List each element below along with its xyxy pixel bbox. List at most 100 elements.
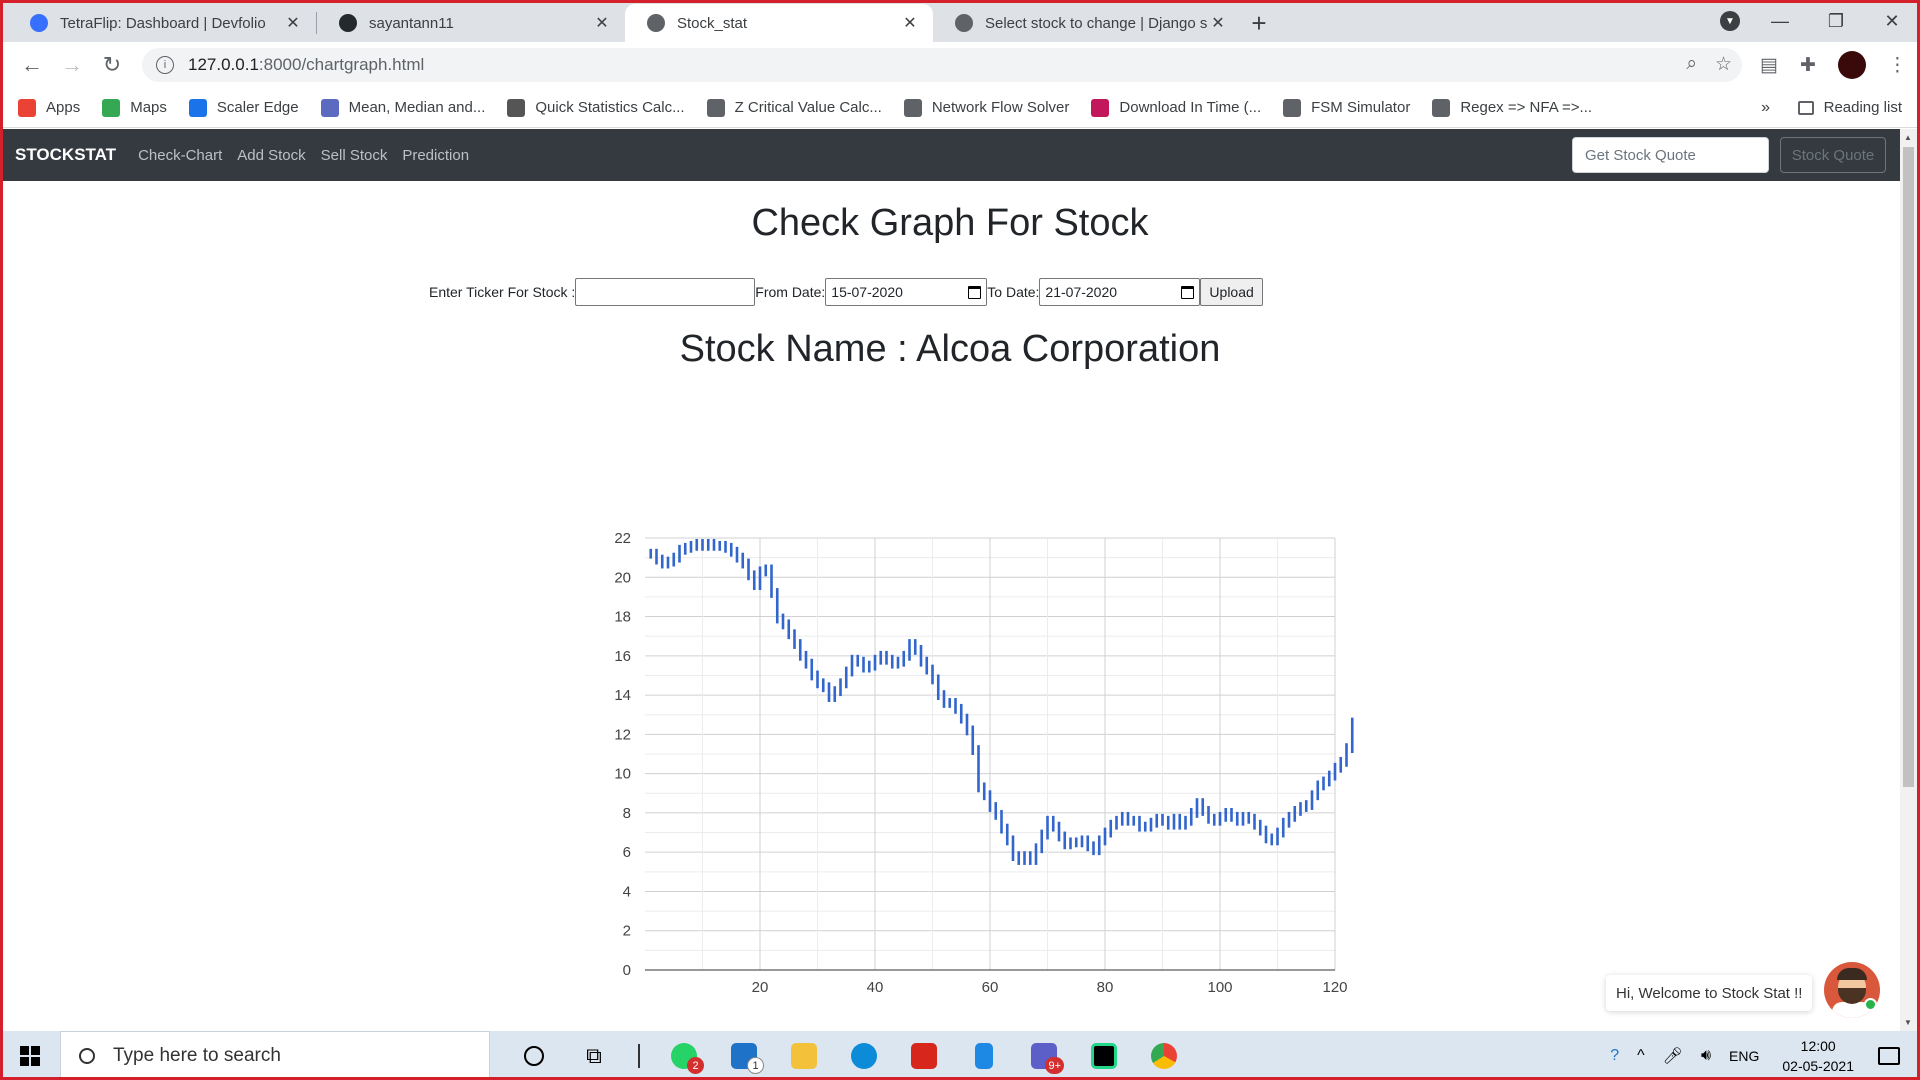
back-arrow-icon[interactable]: ←	[12, 45, 52, 85]
candle	[873, 654, 877, 671]
nav-check-chart[interactable]: Check-Chart	[138, 147, 222, 164]
address-bar[interactable]: i 127.0.0.1:8000/chartgraph.html ⌕ ☆	[142, 48, 1742, 82]
candle	[787, 619, 791, 640]
candle	[959, 703, 963, 724]
candle	[879, 650, 883, 665]
candle	[850, 654, 854, 677]
task-view-icon[interactable]: ⧉	[564, 1031, 624, 1080]
bookmark-item[interactable]: Quick Statistics Calc...	[507, 98, 685, 117]
language-indicator[interactable]: ENG	[1729, 1048, 1759, 1064]
edge-icon[interactable]	[834, 1031, 894, 1080]
bookmark-star-icon[interactable]: ☆	[1715, 53, 1732, 76]
volume-icon[interactable]: 🔊︎	[1701, 1047, 1711, 1065]
browser-tab[interactable]: sayantann11 ✕	[317, 4, 625, 42]
bookmark-icon	[1091, 98, 1110, 117]
extensions-puzzle-icon[interactable]: ✚	[1800, 54, 1816, 77]
bookmark-item[interactable]: Mean, Median and...	[320, 98, 485, 117]
tab-close-icon[interactable]: ✕	[1209, 13, 1227, 33]
acrobat-icon[interactable]	[894, 1031, 954, 1080]
brand-logo[interactable]: STOCKSTAT	[15, 145, 116, 165]
tab-search-icon[interactable]: ▼	[1720, 11, 1740, 31]
scroll-up-icon[interactable]: ▲	[1904, 133, 1912, 142]
to-date-label: To Date:	[987, 284, 1040, 300]
file-explorer-icon[interactable]	[774, 1031, 834, 1080]
candle	[804, 650, 808, 669]
taskbar-search[interactable]: Type here to search	[60, 1031, 490, 1080]
stock-quote-input[interactable]: Get Stock Quote	[1572, 137, 1769, 173]
nav-sell-stock[interactable]: Sell Stock	[321, 147, 388, 164]
help-icon[interactable]: ?	[1610, 1047, 1619, 1065]
pycharm-icon[interactable]	[1074, 1031, 1134, 1080]
candle	[1005, 823, 1009, 846]
bookmark-item[interactable]: Network Flow Solver	[903, 98, 1069, 117]
close-window-icon[interactable]: ✕	[1864, 0, 1920, 42]
mail-icon[interactable]: 1	[714, 1031, 774, 1080]
restore-icon[interactable]: ❐	[1808, 0, 1864, 42]
x-tick-label: 120	[1322, 979, 1347, 996]
whatsapp-icon[interactable]: 2	[654, 1031, 714, 1080]
extension-clipboard-icon[interactable]: ▤	[1760, 54, 1778, 77]
reading-list-button[interactable]: Reading list	[1797, 99, 1902, 116]
zoom-icon[interactable]: ⌕	[1686, 53, 1697, 76]
bookmark-item[interactable]: Z Critical Value Calc...	[706, 98, 882, 117]
browser-tab[interactable]: Select stock to change | Django s ✕	[933, 4, 1241, 42]
bookmark-icon	[706, 98, 725, 117]
chevron-up-icon[interactable]: ^	[1637, 1047, 1645, 1065]
browser-tab[interactable]: TetraFlip: Dashboard | Devfolio ✕	[8, 4, 316, 42]
bookmark-icon	[507, 98, 526, 117]
candle	[942, 690, 946, 708]
candle	[1115, 815, 1118, 830]
candle	[977, 745, 980, 793]
bookmarks-overflow-icon[interactable]: »	[1761, 99, 1770, 117]
from-date-value: 15-07-2020	[831, 284, 903, 300]
new-tab-button[interactable]: +	[1241, 4, 1277, 42]
clock[interactable]: 12:00 02-05-2021	[1782, 1036, 1854, 1076]
microphone-icon[interactable]: 🎤︎	[1663, 1046, 1683, 1066]
page-title: Check Graph For Stock	[751, 202, 1149, 244]
tab-close-icon[interactable]: ✕	[284, 13, 302, 33]
chrome-icon[interactable]	[1134, 1031, 1194, 1080]
bookmark-item[interactable]: Download In Time (...	[1091, 98, 1261, 117]
candle	[741, 552, 745, 569]
stock-quote-button[interactable]: Stock Quote	[1780, 137, 1886, 173]
teams-icon[interactable]: 9+	[1014, 1031, 1074, 1080]
bookmark-item[interactable]: Maps	[102, 98, 167, 117]
candle	[1149, 817, 1153, 832]
scroll-down-icon[interactable]: ▼	[1904, 1018, 1912, 1027]
upload-button[interactable]: Upload	[1200, 278, 1263, 306]
tab-title: sayantann11	[369, 14, 454, 32]
menu-kebab-icon[interactable]: ⋮	[1888, 54, 1907, 77]
profile-avatar[interactable]	[1837, 51, 1866, 79]
page-scrollbar[interactable]: ▲ ▼	[1900, 129, 1917, 1031]
from-date-field[interactable]: 15-07-2020	[825, 278, 988, 306]
bookmark-item[interactable]: Regex => NFA =>...	[1432, 98, 1592, 117]
start-button[interactable]	[0, 1031, 60, 1080]
candle	[1103, 827, 1107, 846]
phone-app-icon[interactable]	[954, 1031, 1014, 1080]
forward-arrow-icon[interactable]: →	[52, 45, 92, 85]
candle	[1184, 815, 1187, 830]
bookmark-item[interactable]: Apps	[18, 98, 80, 117]
notification-center-icon[interactable]	[1878, 1046, 1900, 1065]
site-info-icon[interactable]: i	[156, 56, 174, 74]
cortana-icon[interactable]	[504, 1031, 564, 1080]
ticker-input[interactable]	[575, 278, 756, 306]
bookmarks-bar: Apps Maps Scaler Edge Mean, Median and... Qu…	[0, 88, 1920, 128]
calendar-icon[interactable]	[968, 285, 982, 299]
browser-tab[interactable]: Stock_stat ✕	[625, 4, 933, 42]
minimize-icon[interactable]: —	[1752, 0, 1808, 42]
bookmark-item[interactable]: FSM Simulator	[1283, 98, 1410, 117]
candle	[706, 538, 710, 551]
reload-icon[interactable]: ↻	[92, 45, 132, 85]
tab-close-icon[interactable]: ✕	[593, 13, 611, 33]
candle	[1333, 762, 1337, 781]
nav-prediction[interactable]: Prediction	[402, 147, 469, 164]
to-date-field[interactable]: 21-07-2020	[1039, 278, 1201, 306]
scroll-thumb[interactable]	[1903, 147, 1914, 787]
chat-welcome-bubble[interactable]: Hi, Welcome to Stock Stat !!	[1606, 975, 1813, 1011]
nav-add-stock[interactable]: Add Stock	[237, 147, 305, 164]
bookmark-item[interactable]: Scaler Edge	[188, 98, 299, 117]
calendar-icon[interactable]	[1181, 285, 1195, 299]
reading-list-label: Reading list	[1823, 99, 1902, 116]
tab-close-icon[interactable]: ✕	[901, 13, 919, 33]
